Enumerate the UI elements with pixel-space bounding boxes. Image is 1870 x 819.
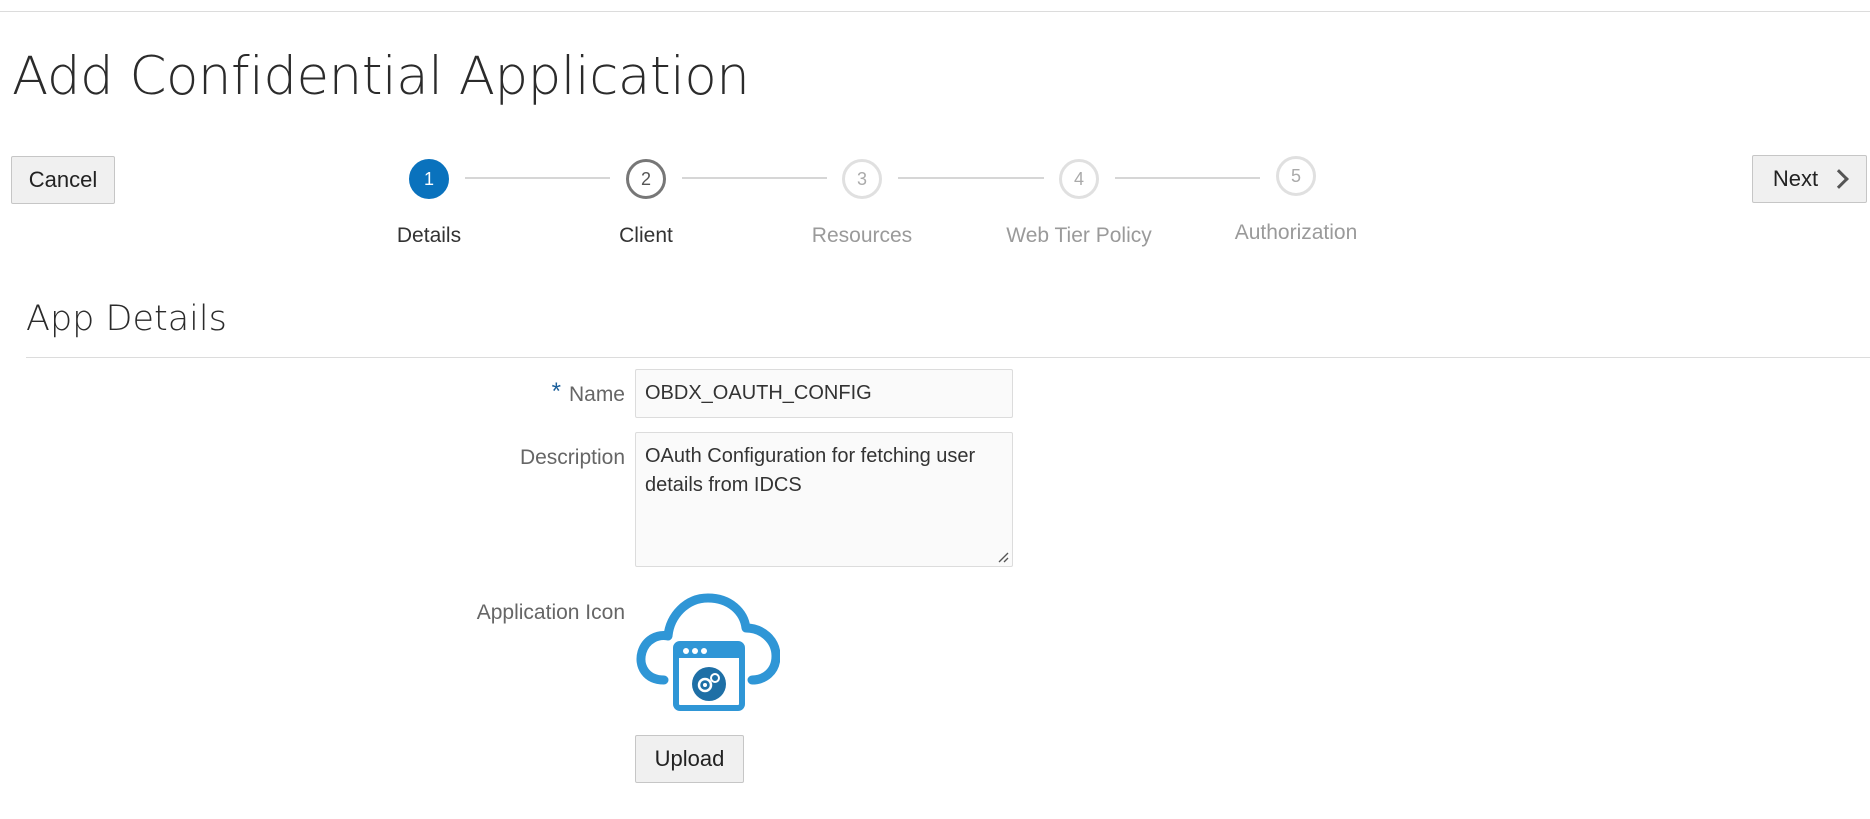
- name-field[interactable]: OBDX_OAUTH_CONFIG: [635, 369, 1013, 418]
- resize-handle-icon[interactable]: [997, 551, 1009, 563]
- train-step-label: Details: [396, 224, 462, 247]
- description-text: OAuth Configuration for fetching user de…: [645, 445, 976, 496]
- train-step-label: Client: [619, 224, 673, 247]
- train-step-number: 4: [1059, 159, 1099, 199]
- wizard-train: 1 Details 2 Client 3 Resources 4 Web Tie…: [0, 0, 1870, 260]
- cancel-button[interactable]: Cancel: [11, 156, 115, 204]
- name-label-text: Name: [568, 383, 625, 406]
- train-step-number: 1: [409, 159, 449, 199]
- train-step-number: 5: [1276, 156, 1316, 196]
- upload-button-label: Upload: [654, 746, 725, 771]
- name-label: * Name: [551, 378, 625, 408]
- upload-button[interactable]: Upload: [635, 735, 744, 783]
- train-step-label: Resources: [811, 224, 913, 247]
- train-step-number: 2: [626, 159, 666, 199]
- next-button[interactable]: Next: [1752, 155, 1867, 203]
- train-connector: [682, 177, 827, 179]
- section-divider: [26, 357, 1870, 358]
- next-button-label: Next: [1772, 166, 1819, 191]
- description-label: Description: [519, 446, 625, 469]
- required-indicator: *: [551, 378, 561, 405]
- cancel-button-label: Cancel: [28, 167, 98, 192]
- description-textarea[interactable]: OAuth Configuration for fetching user de…: [635, 432, 1013, 567]
- train-step-number: 3: [842, 159, 882, 199]
- chevron-right-icon: [1829, 169, 1850, 189]
- train-connector: [465, 177, 610, 179]
- top-divider: [0, 11, 1870, 12]
- train-step-label: Web Tier Policy: [1006, 224, 1152, 247]
- train-connector: [1115, 177, 1260, 179]
- cloud-application-icon: [636, 593, 780, 711]
- train-connector: [898, 177, 1044, 179]
- page-title: Add Confidential Application: [12, 46, 750, 107]
- train-step-label: Authorization: [1234, 221, 1358, 244]
- section-title: App Details: [26, 299, 227, 339]
- application-icon-label: Application Icon: [476, 601, 625, 624]
